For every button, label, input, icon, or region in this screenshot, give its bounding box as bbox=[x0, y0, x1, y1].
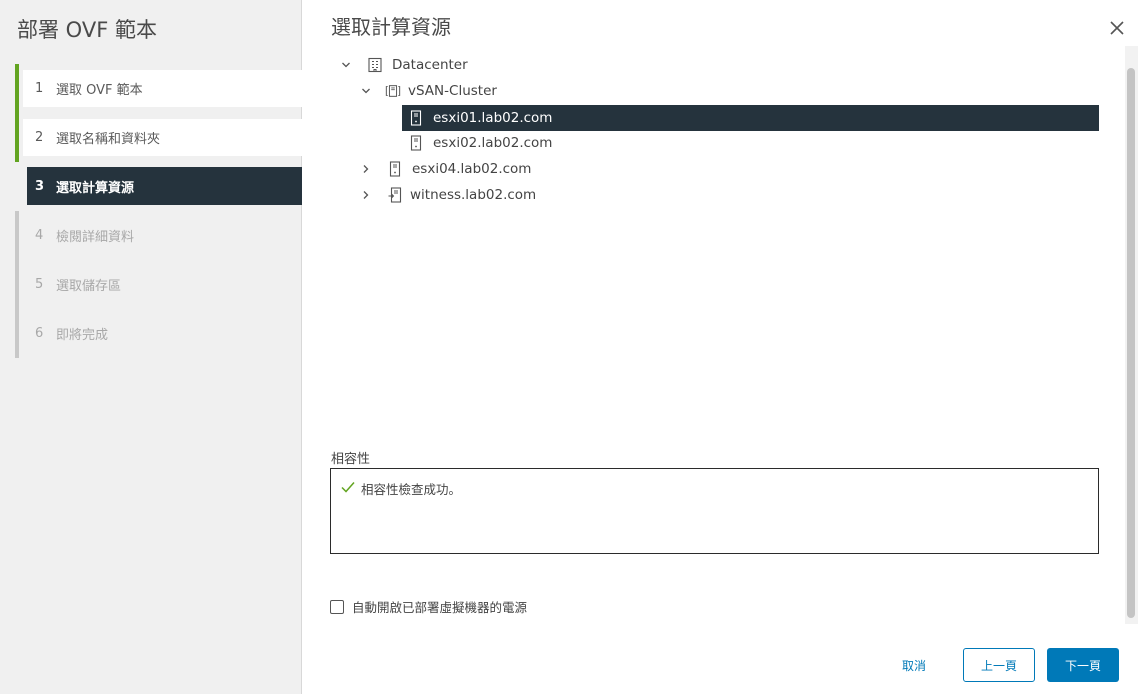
wizard-step-6: 6 即將完成 bbox=[15, 309, 302, 358]
tree-node-label: esxi04.lab02.com bbox=[412, 161, 532, 177]
step-label: 選取儲存區 bbox=[56, 279, 122, 294]
compatibility-panel: 相容性檢查成功。 bbox=[330, 468, 1099, 554]
tree-node-label: vSAN-Cluster bbox=[408, 83, 497, 99]
compatibility-label: 相容性 bbox=[331, 452, 371, 467]
wizard-step-5: 5 選取儲存區 bbox=[15, 260, 302, 309]
witness-host-icon bbox=[387, 186, 403, 204]
step-number: 5 bbox=[35, 277, 44, 292]
page-title: 選取計算資源 bbox=[331, 15, 451, 39]
step-label: 選取 OVF 範本 bbox=[56, 83, 143, 98]
wizard-title: 部署 OVF 範本 bbox=[17, 18, 157, 42]
compatibility-message-text: 相容性檢查成功。 bbox=[361, 482, 462, 497]
tree-node-datacenter[interactable]: Datacenter bbox=[339, 52, 468, 78]
tree-node-esxi01[interactable]: esxi01.lab02.com bbox=[402, 105, 1099, 131]
step-number: 3 bbox=[35, 178, 45, 194]
tree-node-label: esxi01.lab02.com bbox=[433, 110, 553, 126]
tree-node-label: esxi02.lab02.com bbox=[433, 135, 553, 151]
back-button[interactable]: 上一頁 bbox=[963, 648, 1035, 682]
power-on-checkbox[interactable] bbox=[330, 599, 344, 614]
chevron-right-icon[interactable] bbox=[359, 188, 373, 202]
tree-node-label: Datacenter bbox=[392, 57, 468, 73]
chevron-down-icon[interactable] bbox=[339, 58, 353, 72]
host-icon bbox=[408, 134, 424, 152]
host-icon bbox=[387, 160, 403, 178]
wizard-steps: 1 選取 OVF 範本 2 選取名稱和資料夾 3 選取計算資源 4 檢閱詳細資料 bbox=[15, 64, 302, 358]
step-label: 即將完成 bbox=[56, 328, 109, 343]
power-on-label[interactable]: 自動開啟已部署虛擬機器的電源 bbox=[352, 597, 527, 616]
wizard-sidebar: 部署 OVF 範本 1 選取 OVF 範本 2 選取名稱和資料夾 3 選取計算資… bbox=[0, 0, 302, 694]
wizard-step-2[interactable]: 2 選取名稱和資料夾 bbox=[15, 113, 302, 162]
scrollbar-thumb[interactable] bbox=[1127, 68, 1135, 618]
tree-node-esxi02[interactable]: esxi02.lab02.com bbox=[402, 130, 552, 156]
datacenter-icon bbox=[367, 56, 383, 74]
chevron-right-icon[interactable] bbox=[359, 162, 373, 176]
checkmark-icon bbox=[341, 481, 361, 496]
tree-node-esxi04[interactable]: esxi04.lab02.com bbox=[359, 156, 531, 182]
tree-node-witness[interactable]: witness.lab02.com bbox=[359, 182, 536, 208]
next-button[interactable]: 下一頁 bbox=[1047, 648, 1119, 682]
step-number: 4 bbox=[35, 228, 44, 243]
cluster-icon bbox=[385, 82, 401, 100]
close-icon[interactable] bbox=[1106, 17, 1128, 39]
step-label: 選取計算資源 bbox=[56, 180, 135, 196]
step-number: 1 bbox=[35, 81, 44, 96]
wizard-step-1[interactable]: 1 選取 OVF 範本 bbox=[15, 64, 302, 113]
power-on-option: 自動開啟已部署虛擬機器的電源 bbox=[330, 597, 527, 616]
compatibility-message: 相容性檢查成功。 bbox=[341, 479, 461, 498]
wizard-step-3[interactable]: 3 選取計算資源 bbox=[15, 162, 302, 211]
tree-node-vsan-cluster[interactable]: vSAN-Cluster bbox=[359, 78, 497, 104]
host-icon bbox=[408, 109, 424, 127]
vertical-scrollbar[interactable] bbox=[1125, 46, 1138, 624]
step-number: 6 bbox=[35, 326, 44, 341]
chevron-down-icon[interactable] bbox=[359, 84, 373, 98]
cancel-button[interactable]: 取消 bbox=[888, 650, 940, 680]
tree-node-label: witness.lab02.com bbox=[410, 187, 537, 203]
wizard-step-4: 4 檢閱詳細資料 bbox=[15, 211, 302, 260]
step-label: 檢閱詳細資料 bbox=[56, 230, 135, 245]
step-label: 選取名稱和資料夾 bbox=[56, 132, 161, 147]
step-number: 2 bbox=[35, 130, 44, 145]
